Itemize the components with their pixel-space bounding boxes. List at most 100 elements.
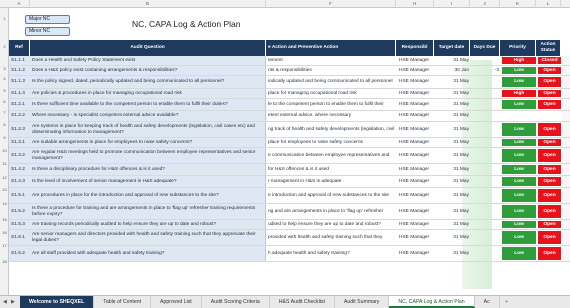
responsible-cell[interactable]: HSE Manager bbox=[397, 111, 435, 121]
corrective-action-cell[interactable]: nts & responsibilities bbox=[266, 66, 396, 75]
responsible-cell[interactable]: HSE Manager bbox=[397, 66, 435, 75]
days-due-cell[interactable] bbox=[471, 148, 501, 163]
tab-scroll-left-icon[interactable]: ◀ bbox=[3, 299, 7, 305]
priority-cell[interactable]: Low bbox=[501, 176, 537, 187]
corrective-action-cell[interactable]: place for managing occupational road ris… bbox=[266, 89, 396, 98]
responsible-cell[interactable]: HSE Manager bbox=[397, 89, 435, 98]
col-I[interactable]: I bbox=[434, 0, 470, 8]
responsible-cell[interactable]: HSE Manager bbox=[397, 188, 435, 203]
question-cell[interactable]: Are policies & procedures in place for m… bbox=[30, 89, 266, 98]
days-due-cell[interactable] bbox=[471, 220, 501, 229]
tab-table-of-content[interactable]: Table of Content bbox=[94, 296, 152, 308]
corrective-action-cell[interactable]: e communication between employee represe… bbox=[266, 148, 396, 163]
col-H[interactable]: H bbox=[396, 0, 434, 8]
action-status-cell[interactable]: Open bbox=[537, 99, 562, 110]
corrective-action-cell[interactable]: provided with health and safety training… bbox=[266, 230, 396, 245]
ref-cell[interactable]: S1.3.1 bbox=[9, 138, 30, 147]
priority-cell[interactable]: Low bbox=[501, 76, 537, 88]
empty-cell[interactable] bbox=[562, 176, 570, 187]
row-number[interactable]: 11 bbox=[0, 161, 9, 166]
ref-cell[interactable]: S1.4.2 bbox=[9, 164, 30, 175]
question-cell[interactable]: Is the policy signed, dated, periodicall… bbox=[30, 76, 266, 88]
priority-cell[interactable]: Low bbox=[501, 66, 537, 75]
corrective-action-cell[interactable]: h adequate health and safety training? bbox=[266, 246, 396, 261]
days-due-cell[interactable] bbox=[471, 204, 501, 219]
row-number[interactable]: 9 bbox=[0, 135, 9, 140]
corrective-action-cell[interactable]: le to the competent person to enable the… bbox=[266, 99, 396, 110]
action-status-cell[interactable]: Open bbox=[537, 138, 562, 147]
ref-cell[interactable]: S1.6.2 bbox=[9, 246, 30, 261]
ref-cell[interactable]: S1.1.2 bbox=[9, 66, 30, 75]
responsible-cell[interactable]: HSE Manager bbox=[397, 99, 435, 110]
days-due-cell[interactable] bbox=[471, 76, 501, 88]
corrective-action-cell[interactable]: etent external advice, where necessary bbox=[266, 111, 396, 121]
row-number[interactable]: 4 bbox=[0, 76, 9, 81]
col-A[interactable]: A bbox=[9, 0, 30, 8]
question-cell[interactable]: Are all staff provided with adequate hea… bbox=[30, 246, 266, 261]
col-B[interactable]: B bbox=[30, 0, 266, 8]
days-due-cell[interactable] bbox=[471, 138, 501, 147]
ref-cell[interactable]: S1.4.3 bbox=[9, 176, 30, 187]
col-J[interactable]: J bbox=[470, 0, 500, 8]
ref-cell[interactable]: S1.3.2 bbox=[9, 148, 30, 163]
target-date-cell[interactable]: 31 May bbox=[435, 204, 471, 219]
empty-cell[interactable] bbox=[562, 246, 570, 261]
ref-cell[interactable]: S1.5.3 bbox=[9, 220, 30, 229]
target-date-cell[interactable]: 31 May bbox=[435, 89, 471, 98]
empty-cell[interactable] bbox=[562, 76, 570, 88]
question-cell[interactable]: Are suitable arrangements in place for e… bbox=[30, 138, 266, 147]
days-due-cell[interactable] bbox=[471, 89, 501, 98]
days-due-cell[interactable] bbox=[471, 111, 501, 121]
empty-cell[interactable] bbox=[562, 220, 570, 229]
tab-nc-capa-log[interactable]: NC, CAPA Log & Action Plan bbox=[389, 296, 475, 308]
corrective-action-cell[interactable]: ng and are arrangements in place to 'fla… bbox=[266, 204, 396, 219]
target-date-cell[interactable]: 31 May bbox=[435, 176, 471, 187]
priority-cell[interactable]: Low bbox=[501, 220, 537, 229]
target-date-cell[interactable]: 31 May bbox=[435, 122, 471, 137]
responsible-cell[interactable]: HSE Manager bbox=[397, 176, 435, 187]
target-date-cell[interactable]: 31 May bbox=[435, 230, 471, 245]
row-number[interactable]: 10 bbox=[0, 148, 9, 153]
corrective-action-cell[interactable]: udited to help ensure they are up to dat… bbox=[266, 220, 396, 229]
corrective-action-cell[interactable]: ng track of health and safety developmen… bbox=[266, 122, 396, 137]
priority-cell[interactable] bbox=[501, 111, 537, 121]
days-due-cell[interactable] bbox=[471, 246, 501, 261]
tab-approved-list[interactable]: Approved List bbox=[151, 296, 202, 308]
responsible-cell[interactable]: HSE Manager bbox=[397, 230, 435, 245]
target-date-cell[interactable]: 31 May bbox=[435, 111, 471, 121]
action-status-cell[interactable]: Open bbox=[537, 188, 562, 203]
action-status-cell[interactable]: Open bbox=[537, 176, 562, 187]
empty-cell[interactable] bbox=[562, 66, 570, 75]
target-date-cell[interactable]: 31 May bbox=[435, 148, 471, 163]
corrective-action-cell[interactable]: e introduction and approval of new subst… bbox=[266, 188, 396, 203]
ref-cell[interactable]: S1.6.1 bbox=[9, 230, 30, 245]
empty-cell[interactable] bbox=[562, 89, 570, 98]
responsible-cell[interactable]: HSE Manager bbox=[397, 204, 435, 219]
responsible-cell[interactable]: HSE Manager bbox=[397, 220, 435, 229]
responsible-cell[interactable]: HSE Manager bbox=[397, 148, 435, 163]
row-number[interactable]: 17 bbox=[0, 243, 9, 248]
tab-audit-summary[interactable]: Audit Summary bbox=[335, 296, 390, 308]
row-number[interactable]: 6 bbox=[0, 99, 9, 104]
question-cell[interactable]: Are procedures in place for the introduc… bbox=[30, 188, 266, 203]
row-number[interactable]: 5 bbox=[0, 88, 9, 93]
action-status-cell[interactable]: Open bbox=[537, 220, 562, 229]
ref-cell[interactable]: S1.1.4 bbox=[9, 89, 30, 98]
row-number[interactable]: 7 bbox=[0, 110, 9, 115]
action-status-cell[interactable]: Open bbox=[537, 122, 562, 137]
tab-welcome[interactable]: Welcome to SHEQXEL bbox=[20, 296, 95, 308]
tab-audit-scoring[interactable]: Audit Scoring Criteria bbox=[202, 296, 270, 308]
empty-cell[interactable] bbox=[562, 111, 570, 121]
responsible-cell[interactable]: HSE Manager bbox=[397, 122, 435, 137]
target-date-cell[interactable]: 31 May bbox=[435, 246, 471, 261]
tab-action-truncated[interactable]: Ac bbox=[475, 296, 500, 308]
priority-cell[interactable]: Low bbox=[501, 246, 537, 261]
row-number[interactable]: 15 bbox=[0, 217, 9, 222]
question-cell[interactable]: Is there sufficient time available to th… bbox=[30, 99, 266, 110]
corrective-action-cell[interactable]: place for employees to raise safety conc… bbox=[266, 138, 396, 147]
days-due-cell[interactable] bbox=[471, 99, 501, 110]
days-due-cell[interactable] bbox=[471, 164, 501, 175]
priority-cell[interactable]: Low bbox=[501, 204, 537, 219]
action-status-cell[interactable]: Open bbox=[537, 230, 562, 245]
row-number[interactable]: 8 bbox=[0, 122, 9, 127]
